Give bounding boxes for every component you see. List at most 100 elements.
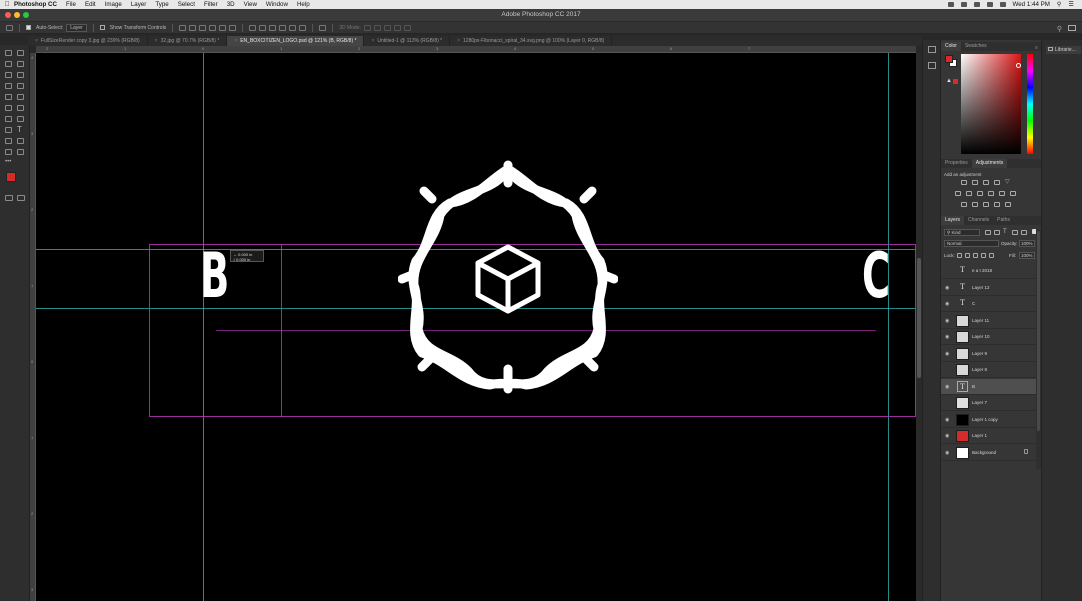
menu-file[interactable]: File	[66, 1, 76, 8]
panel-foreground-swatch[interactable]	[945, 55, 953, 63]
tab-color[interactable]: Color	[941, 42, 961, 51]
3d-scale-icon[interactable]	[403, 24, 411, 31]
align-top-icon[interactable]	[179, 24, 187, 31]
brush-tool-icon[interactable]	[17, 83, 24, 89]
zoom-tool-icon[interactable]	[17, 149, 24, 155]
black-white-icon[interactable]	[977, 191, 983, 196]
distribute-bottom-icon[interactable]	[269, 24, 277, 31]
auto-select-checkbox[interactable]	[26, 25, 31, 30]
doc-tab[interactable]: × Untitled-1 @ 113% (RGB/8) *	[364, 36, 451, 46]
crop-tool-icon[interactable]	[5, 72, 12, 78]
selective-color-icon[interactable]	[1005, 202, 1011, 207]
bluetooth-icon[interactable]	[973, 2, 980, 7]
visibility-eye-icon[interactable]: ◉	[945, 433, 949, 439]
tab-adjustments[interactable]: Adjustments	[971, 159, 1008, 168]
color-field[interactable]	[961, 54, 1021, 154]
horizontal-ruler[interactable]: 2 1 0 1 2 3 4 5 6 7	[36, 46, 916, 53]
layer-row[interactable]: ◉ Background	[941, 445, 1036, 461]
layer-row[interactable]: Te a t 2018	[941, 263, 1036, 279]
auto-align-icon[interactable]	[319, 24, 327, 31]
layer-row[interactable]: Layer 8	[941, 362, 1036, 378]
blur-tool-icon[interactable]	[5, 116, 12, 122]
more-tools-icon[interactable]: •••	[5, 159, 11, 165]
align-bottom-icon[interactable]	[199, 24, 207, 31]
libraries-button[interactable]: Librarie...	[1046, 46, 1081, 54]
creative-cloud-icon[interactable]	[947, 2, 954, 7]
close-tab-icon[interactable]: ×	[234, 38, 237, 44]
distribute-left-icon[interactable]	[279, 24, 287, 31]
doc-tab-active[interactable]: × EN_BOXCITIZEN_LOGO.psd @ 121% (B, RGB/8…	[227, 36, 365, 46]
layers-scrollbar-thumb[interactable]	[1037, 231, 1040, 431]
eraser-tool-icon[interactable]	[5, 105, 12, 111]
menu-3d[interactable]: 3D	[227, 1, 235, 8]
3d-orbit-icon[interactable]	[363, 24, 371, 31]
visibility-eye-icon[interactable]: ◉	[945, 285, 949, 291]
tab-properties[interactable]: Properties	[941, 159, 972, 168]
distribute-hcenter-icon[interactable]	[289, 24, 297, 31]
history-panel-icon[interactable]	[928, 46, 936, 53]
3d-pan-icon[interactable]	[383, 24, 391, 31]
filter-pixel-icon[interactable]	[985, 230, 991, 235]
dodge-tool-icon[interactable]	[17, 116, 24, 122]
visibility-eye-icon[interactable]: ◉	[945, 351, 949, 357]
spotlight-icon[interactable]: ⚲	[1057, 1, 1062, 8]
screen-mode-icon[interactable]	[17, 195, 25, 201]
align-right-icon[interactable]	[229, 24, 237, 31]
scrollbar-thumb[interactable]	[917, 258, 921, 378]
layer-row[interactable]: ◉ T B	[941, 378, 1036, 395]
move-tool-preset-icon[interactable]	[6, 24, 13, 31]
close-tab-icon[interactable]: ×	[155, 38, 158, 44]
menu-view[interactable]: View	[244, 1, 257, 8]
app-menu[interactable]: Photoshop CC	[14, 1, 57, 8]
brightness-contrast-icon[interactable]	[961, 180, 967, 185]
close-tab-icon[interactable]: ×	[35, 38, 38, 44]
visibility-eye-icon[interactable]: ◉	[945, 334, 949, 340]
distribute-right-icon[interactable]	[299, 24, 307, 31]
visibility-eye-icon[interactable]: ◉	[945, 318, 949, 324]
doc-tab[interactable]: × FullSizeRender copy 3.jpg @ 239% (RGB/8…	[28, 36, 148, 46]
filter-smart-object-icon[interactable]	[1021, 230, 1027, 235]
clock[interactable]: Wed 1:44 PM	[1013, 1, 1050, 8]
align-hcenter-icon[interactable]	[219, 24, 227, 31]
color-picker-cursor[interactable]	[1016, 63, 1021, 68]
align-left-icon[interactable]	[209, 24, 217, 31]
wifi-icon[interactable]	[986, 2, 993, 7]
layer-row[interactable]: ◉ Layer 9	[941, 346, 1036, 362]
posterize-icon[interactable]	[972, 202, 978, 207]
opacity-input[interactable]: 100%	[1019, 240, 1035, 247]
vibrance-icon[interactable]: ▽	[1005, 179, 1011, 185]
close-tab-icon[interactable]: ×	[371, 38, 374, 44]
visibility-eye-icon[interactable]: ◉	[945, 417, 949, 423]
menu-layer[interactable]: Layer	[131, 1, 146, 8]
tab-layers[interactable]: Layers	[941, 216, 965, 225]
channel-mixer-icon[interactable]	[999, 191, 1005, 196]
menu-type[interactable]: Type	[155, 1, 168, 8]
hand-tool-icon[interactable]	[5, 149, 12, 155]
apple-icon[interactable]: 	[0, 1, 14, 8]
rectangle-tool-icon[interactable]	[17, 138, 24, 144]
letter-b-text[interactable]: B	[200, 241, 229, 311]
workspace-icon[interactable]	[1068, 25, 1076, 31]
libraries-toggle-icon[interactable]	[928, 62, 936, 69]
menu-filter[interactable]: Filter	[204, 1, 218, 8]
close-tab-icon[interactable]: ×	[457, 38, 460, 44]
menu-select[interactable]: Select	[178, 1, 195, 8]
fill-input[interactable]: 100%	[1019, 252, 1035, 259]
tab-channels[interactable]: Channels	[964, 216, 993, 225]
layer-row[interactable]: ◉ T C	[941, 296, 1036, 312]
volume-icon[interactable]	[999, 2, 1006, 7]
photo-filter-icon[interactable]	[988, 191, 994, 196]
quick-select-tool-icon[interactable]	[17, 61, 24, 67]
color-balance-icon[interactable]	[966, 191, 972, 196]
layer-row[interactable]: ◉ Layer 1 copy	[941, 412, 1036, 428]
lock-all-icon[interactable]	[989, 253, 994, 258]
invert-icon[interactable]	[961, 202, 967, 207]
layer-row[interactable]: ◉ Layer 10	[941, 329, 1036, 345]
gamut-color-swatch[interactable]	[953, 79, 958, 84]
hue-slider[interactable]	[1027, 54, 1033, 154]
show-transform-checkbox[interactable]	[99, 25, 105, 30]
gradient-tool-icon[interactable]	[17, 105, 24, 111]
filter-type-icon[interactable]: T	[1003, 229, 1009, 235]
foreground-color-swatch[interactable]	[6, 172, 16, 182]
3d-slide-icon[interactable]	[393, 24, 401, 31]
